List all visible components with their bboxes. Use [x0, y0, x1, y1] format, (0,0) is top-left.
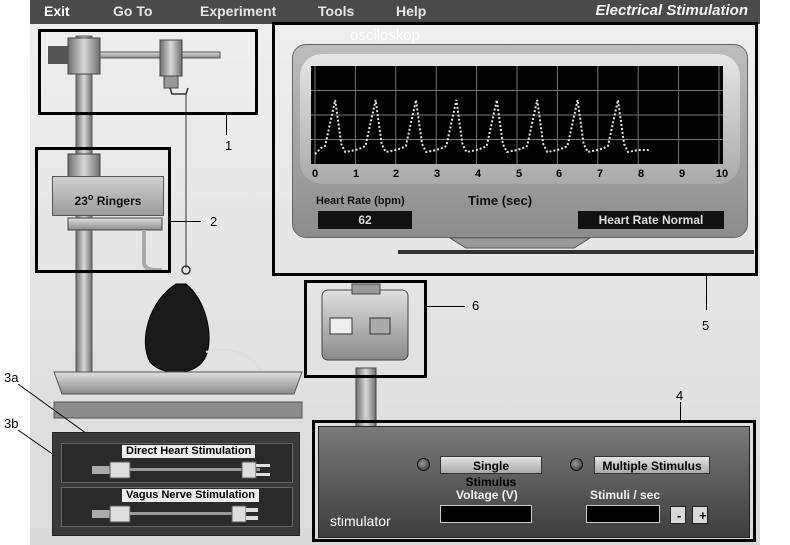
direct-electrode-icon [92, 461, 270, 479]
stimulation-mode-dock: Direct Heart Stimulation Vagus Nerve Sti… [52, 432, 300, 536]
callout-box-6 [304, 280, 427, 378]
app-window: Exit Go To Experiment Tools Help Electri… [0, 0, 790, 545]
callout-box-5 [272, 22, 758, 276]
callout-leader-2 [171, 221, 201, 222]
vagus-electrode-icon [92, 505, 258, 523]
direct-heart-stimulation-option[interactable]: Direct Heart Stimulation [61, 443, 293, 483]
ringers-dish [53, 371, 303, 395]
callout-number-5: 5 [702, 318, 710, 333]
callout-number-4: 4 [676, 388, 684, 403]
callout-number-3b: 3b [4, 416, 19, 431]
callout-leader-5 [706, 276, 707, 310]
heart-specimen [144, 283, 210, 374]
callout-leader-4 [680, 402, 681, 420]
callout-leader-1 [226, 115, 227, 135]
direct-heart-stimulation-label: Direct Heart Stimulation [122, 445, 256, 458]
callout-leader-6 [427, 306, 465, 307]
vagus-nerve-stimulation-label: Vagus Nerve Stimulation [122, 489, 259, 502]
callout-number-2: 2 [210, 214, 218, 229]
callout-box-4 [312, 420, 756, 542]
callout-number-6: 6 [472, 298, 480, 313]
vagus-nerve-stimulation-option[interactable]: Vagus Nerve Stimulation [61, 487, 293, 527]
callout-number-1: 1 [225, 138, 233, 153]
callout-box-1 [38, 29, 258, 115]
callout-box-2 [35, 147, 171, 273]
callout-number-3a: 3a [4, 370, 19, 385]
